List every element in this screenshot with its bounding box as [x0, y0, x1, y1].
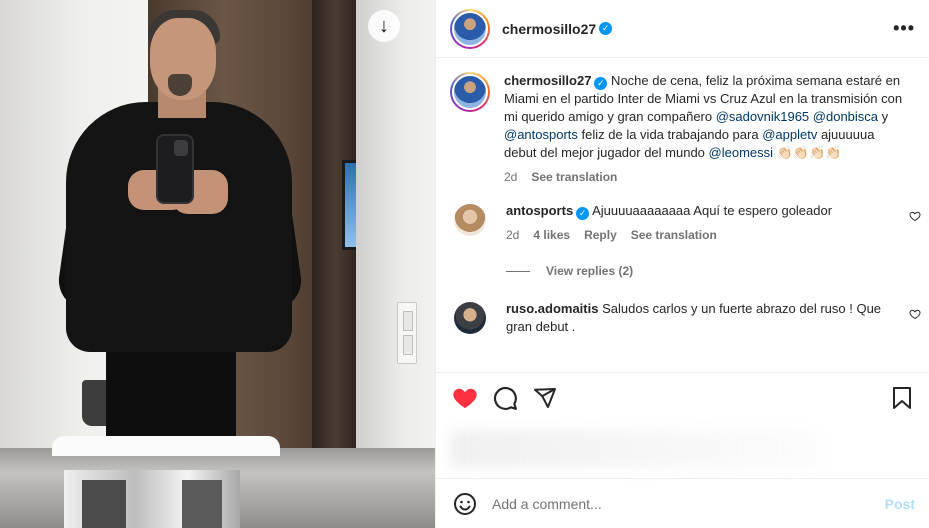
comment-likes[interactable]: 4 likes [533, 228, 570, 242]
comment-item: ruso.adomaitis Saludos carlos y un fuert… [436, 300, 929, 336]
faucet-shadow [182, 480, 222, 528]
light-switch [397, 302, 417, 364]
post-header: chermosillo27 ✓ ••• [436, 0, 929, 58]
likes-blurred [450, 430, 820, 468]
comment-username[interactable]: antosports [506, 203, 573, 218]
caption-meta: 2d See translation [504, 170, 904, 184]
avatar-image [452, 10, 488, 47]
verified-badge-icon: ✓ [594, 76, 608, 90]
view-replies-button[interactable]: View replies (2) [436, 264, 929, 278]
comment-input[interactable] [492, 495, 885, 512]
emoji-icon[interactable] [452, 491, 478, 517]
verified-badge-icon: ✓ [599, 22, 613, 35]
comment-icon[interactable] [492, 385, 518, 411]
author-avatar[interactable] [450, 8, 490, 49]
heart-filled-icon[interactable] [452, 385, 478, 411]
caption-text-part: feliz de la vida trabajando para [577, 127, 763, 142]
comment-username[interactable]: ruso.adomaitis [506, 301, 598, 316]
comment-time: 2d [506, 228, 520, 242]
comment-item: antosports ✓ Ajuuuuaaaaaaaa Aquí te esper… [436, 202, 929, 242]
faucet-shadow [82, 480, 126, 528]
mention-link[interactable]: @sadovnik1965 [716, 109, 809, 124]
caption-avatar[interactable] [450, 72, 490, 112]
comments-section[interactable]: chermosillo27 ✓ Noche de cena, feliz la p… [436, 59, 929, 371]
smartphone [156, 134, 194, 204]
share-icon[interactable] [532, 385, 558, 411]
more-icon[interactable]: ••• [893, 18, 915, 39]
post-details-panel: chermosillo27 ✓ ••• chermosillo27 ✓ Noche… [435, 0, 929, 528]
comment-text: ruso.adomaitis Saludos carlos y un fuert… [506, 300, 893, 336]
mention-link[interactable]: @donbisca [813, 109, 878, 124]
like-comment-icon[interactable] [909, 308, 921, 320]
caption-time: 2d [504, 170, 518, 184]
avatar-image [452, 74, 488, 110]
author-username[interactable]: chermosillo27 [502, 21, 596, 37]
see-translation-link[interactable]: See translation [631, 228, 717, 242]
caption-username[interactable]: chermosillo27 [504, 73, 591, 88]
comment-text: antosports ✓ Ajuuuuaaaaaaaa Aquí te esper… [506, 202, 915, 220]
post-image[interactable]: ↓ [0, 0, 435, 528]
clap-emoji: 👏🏻👏🏻👏🏻👏🏻 [773, 145, 842, 160]
view-replies-label: View replies (2) [546, 264, 634, 278]
mention-link[interactable]: @leomessi [709, 145, 774, 160]
post-button[interactable]: Post [885, 496, 915, 512]
wall-right [356, 0, 435, 450]
commenter-avatar[interactable] [454, 302, 486, 334]
mention-link[interactable]: @appletv [762, 127, 817, 142]
sink [52, 436, 280, 456]
bookmark-icon[interactable] [889, 385, 915, 411]
download-icon[interactable]: ↓ [368, 10, 400, 42]
comment-body: Ajuuuuaaaaaaaa Aquí te espero goleador [592, 203, 833, 218]
post-modal: ↓ chermosillo27 ✓ ••• chermosillo27 ✓ Noc… [0, 0, 929, 528]
reply-button[interactable]: Reply [584, 228, 617, 242]
like-comment-icon[interactable] [909, 210, 921, 222]
caption: chermosillo27 ✓ Noche de cena, feliz la p… [436, 59, 929, 184]
add-comment-bar: Post [436, 478, 929, 528]
comment-meta: 2d 4 likes Reply See translation [506, 228, 915, 242]
commenter-avatar[interactable] [454, 204, 486, 236]
caption-text: chermosillo27 ✓ Noche de cena, feliz la p… [504, 72, 904, 162]
divider-line [506, 270, 530, 272]
verified-badge-icon: ✓ [576, 206, 590, 220]
see-translation-link[interactable]: See translation [531, 170, 617, 184]
action-bar [436, 372, 929, 422]
mention-link[interactable]: @antosports [504, 127, 578, 142]
caption-text-part: y [878, 109, 889, 124]
